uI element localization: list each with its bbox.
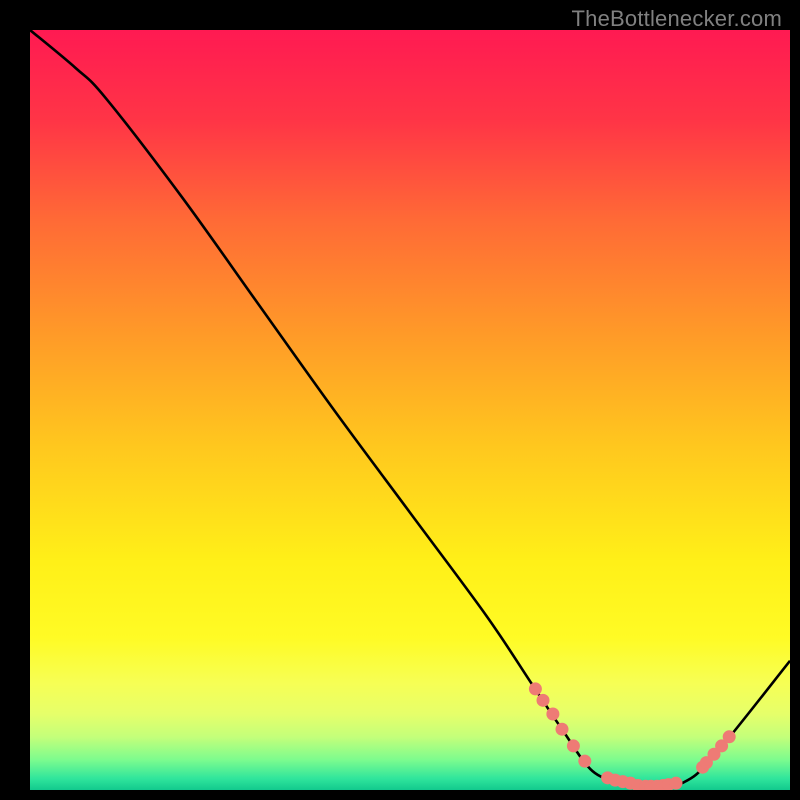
highlight-dot (529, 682, 542, 695)
chart-svg (30, 30, 790, 790)
gradient-background (30, 30, 790, 790)
highlight-dot (578, 755, 591, 768)
attribution-text: TheBottlenecker.com (572, 6, 782, 32)
highlight-dot (567, 739, 580, 752)
highlight-dot (670, 777, 683, 790)
highlight-dot (723, 730, 736, 743)
highlight-dot (546, 708, 559, 721)
highlight-dot (537, 694, 550, 707)
chart-plot-area (30, 30, 790, 790)
highlight-dot (556, 723, 569, 736)
